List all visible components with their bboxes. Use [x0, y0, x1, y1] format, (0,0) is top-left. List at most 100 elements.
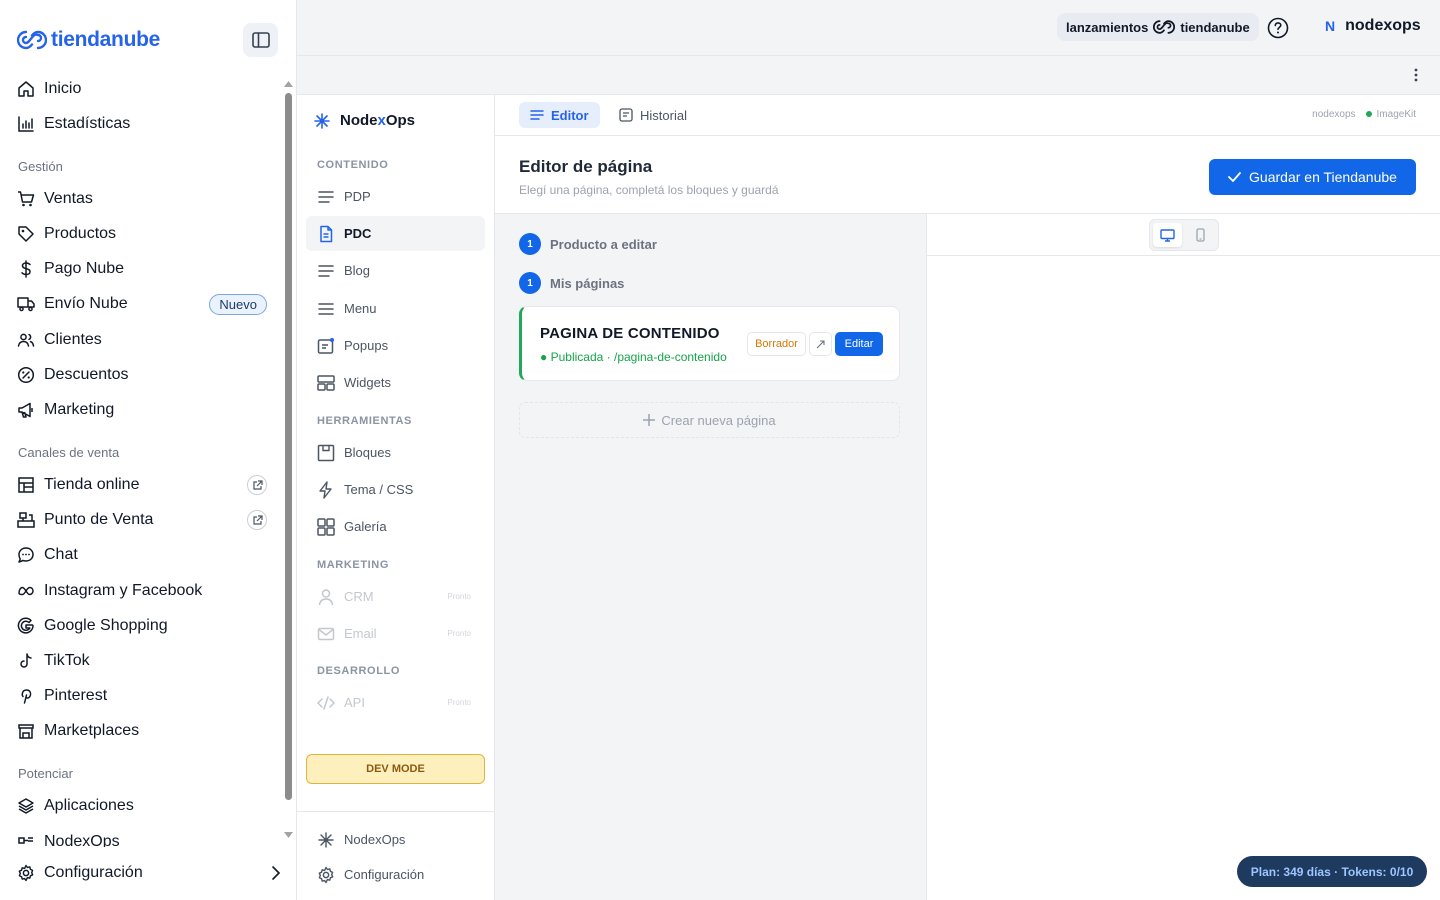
sidebar-item-envio-nube[interactable]: Envío Nube Nuevo	[17, 289, 267, 319]
sidebar-item-pago-nube[interactable]: Pago Nube	[17, 254, 267, 284]
sidebar-item-ventas[interactable]: Ventas	[17, 184, 267, 214]
sidebar-item-tiktok[interactable]: TikTok	[17, 646, 267, 676]
launches-button[interactable]: lanzamientos tiendanube	[1057, 13, 1259, 41]
user-menu[interactable]: N nodexops	[1325, 17, 1421, 35]
sidebar-item-descuentos[interactable]: Descuentos	[17, 360, 267, 390]
sidebar-item-clientes[interactable]: Clientes	[17, 325, 267, 355]
scroll-up-arrow-icon	[284, 81, 293, 87]
app-item-blog[interactable]: Blog	[306, 253, 485, 288]
app-item-menu[interactable]: Menu	[306, 291, 485, 326]
launch-prefix: lanzamientos	[1066, 19, 1149, 35]
app-item-tema-css[interactable]: Tema / CSS	[306, 472, 485, 507]
sidebar-item-label: Aplicaciones	[44, 797, 134, 814]
sidebar-nav: Inicio Estadísticas Gestión Ventas Produ…	[0, 72, 282, 847]
tab-editor[interactable]: Editor	[519, 102, 600, 128]
sidebar-item-estadisticas[interactable]: Estadísticas	[17, 109, 267, 139]
sidebar-item-label: Pinterest	[44, 687, 108, 704]
gear-icon	[318, 866, 334, 883]
desktop-view-button[interactable]	[1153, 223, 1182, 247]
sidebar-item-marketplaces[interactable]: Marketplaces	[17, 716, 267, 746]
lines-icon	[318, 264, 334, 277]
draft-button[interactable]: Borrador	[747, 332, 806, 356]
cart-icon	[18, 191, 35, 207]
home-icon	[18, 81, 34, 97]
app-item-pdc[interactable]: PDC	[306, 216, 485, 251]
gear-icon	[18, 864, 34, 882]
sidebar-item-chat[interactable]: Chat	[17, 540, 267, 570]
sidebar-item-google-shopping[interactable]: Google Shopping	[17, 611, 267, 641]
scrollbar-thumb[interactable]	[285, 93, 292, 800]
step-paginas[interactable]: 1 Mis páginas	[519, 272, 624, 294]
grid-icon	[317, 517, 335, 536]
app-item-label: PDP	[344, 189, 371, 204]
page-card-meta: ● Publicada · /pagina-de-contenido	[540, 350, 727, 364]
app-item-galeria[interactable]: Galería	[306, 509, 485, 544]
sidebar-item-punto-de-venta[interactable]: Punto de Venta	[17, 505, 267, 535]
sidebar-item-aplicaciones[interactable]: Aplicaciones	[17, 791, 267, 821]
step-label: Producto a editar	[550, 236, 657, 252]
status-indicators: nodexops ImageKit	[1312, 109, 1416, 120]
user-name: nodexops	[1345, 17, 1421, 34]
app-footer-configuracion[interactable]: Configuración	[306, 857, 485, 892]
help-icon[interactable]	[1267, 17, 1289, 39]
app-item-label: Bloques	[344, 445, 391, 460]
page-subtitle: Elegí una página, completá los bloques y…	[519, 183, 779, 197]
sidebar-item-marketing[interactable]: Marketing	[17, 395, 267, 425]
dollar-icon	[21, 260, 31, 278]
external-link-icon[interactable]	[247, 510, 267, 530]
tab-bar: Editor Historial nodexops ImageKit	[495, 95, 1440, 136]
mobile-view-button[interactable]	[1186, 223, 1215, 247]
pinterest-icon	[21, 689, 32, 704]
app-item-widgets[interactable]: Widgets	[306, 365, 485, 400]
sidebar-item-tienda-online[interactable]: Tienda online	[17, 470, 267, 500]
sidebar-item-label: TikTok	[44, 652, 90, 669]
sidebar-item-configuracion[interactable]: Configuración	[17, 858, 287, 888]
sidebar-toggle-button[interactable]	[243, 23, 278, 57]
app-item-label: PDC	[344, 226, 372, 241]
check-icon	[1228, 172, 1241, 182]
editor-left-pane: 1 Producto a editar 1 Mis páginas PAGINA…	[495, 214, 926, 900]
sidebar-item-nodexops[interactable]: NodexOps	[17, 827, 267, 847]
store-name: nodexops	[1312, 109, 1356, 120]
chart-icon	[18, 116, 34, 132]
sidebar-item-label: Marketing	[44, 401, 115, 418]
app-footer-nodexops[interactable]: NodexOps	[306, 822, 485, 857]
step-producto[interactable]: 1 Producto a editar	[519, 233, 657, 255]
main-sidebar: tiendanube Inicio Estadísticas Gestión V…	[0, 0, 297, 900]
scroll-down-arrow-icon	[284, 832, 293, 838]
create-page-button[interactable]: Crear nueva página	[519, 402, 900, 438]
app-item-email: Email Pronto	[306, 616, 485, 651]
tab-historial[interactable]: Historial	[608, 102, 698, 128]
app-brand[interactable]: NodexOps	[314, 112, 415, 129]
sidebar-item-label: Google Shopping	[44, 617, 168, 634]
section-title-desarrollo: DESARROLLO	[317, 665, 400, 677]
coming-soon-badge: Pronto	[447, 629, 471, 638]
asterisk-icon	[318, 831, 334, 848]
open-external-button[interactable]	[809, 332, 832, 356]
external-link-icon[interactable]	[247, 475, 267, 495]
page-card[interactable]: PAGINA DE CONTENIDO ● Publicada · /pagin…	[519, 306, 900, 381]
asterisk-logo-icon	[314, 112, 330, 129]
sidebar-item-label: Descuentos	[44, 366, 129, 383]
sidebar-item-productos[interactable]: Productos	[17, 219, 267, 249]
edit-button[interactable]: Editar	[835, 332, 883, 356]
sidebar-item-inicio[interactable]: Inicio	[17, 74, 267, 104]
history-icon	[619, 108, 633, 122]
sidebar-item-instagram-facebook[interactable]: Instagram y Facebook	[17, 576, 267, 606]
section-title-marketing: MARKETING	[317, 559, 390, 571]
app-item-label: Tema / CSS	[344, 482, 414, 497]
sidebar-item-pinterest[interactable]: Pinterest	[17, 681, 267, 711]
page-title: Editor de página	[519, 157, 653, 176]
app-item-pdp[interactable]: PDP	[306, 179, 485, 214]
coming-soon-badge: Pronto	[447, 698, 471, 707]
tiendanube-logo[interactable]: tiendanube	[17, 28, 160, 52]
plan-badge: Plan: 349 días · Tokens: 0/10	[1237, 856, 1427, 887]
plus-icon	[643, 414, 656, 426]
app-item-bloques[interactable]: Bloques	[306, 435, 485, 470]
discount-icon	[17, 366, 35, 384]
app-item-popups[interactable]: Popups	[306, 328, 485, 363]
more-options-icon[interactable]	[1414, 68, 1418, 82]
desktop-icon	[1160, 228, 1175, 242]
save-button[interactable]: Guardar en Tiendanube	[1209, 159, 1416, 195]
dev-mode-badge[interactable]: DEV MODE	[306, 754, 485, 784]
